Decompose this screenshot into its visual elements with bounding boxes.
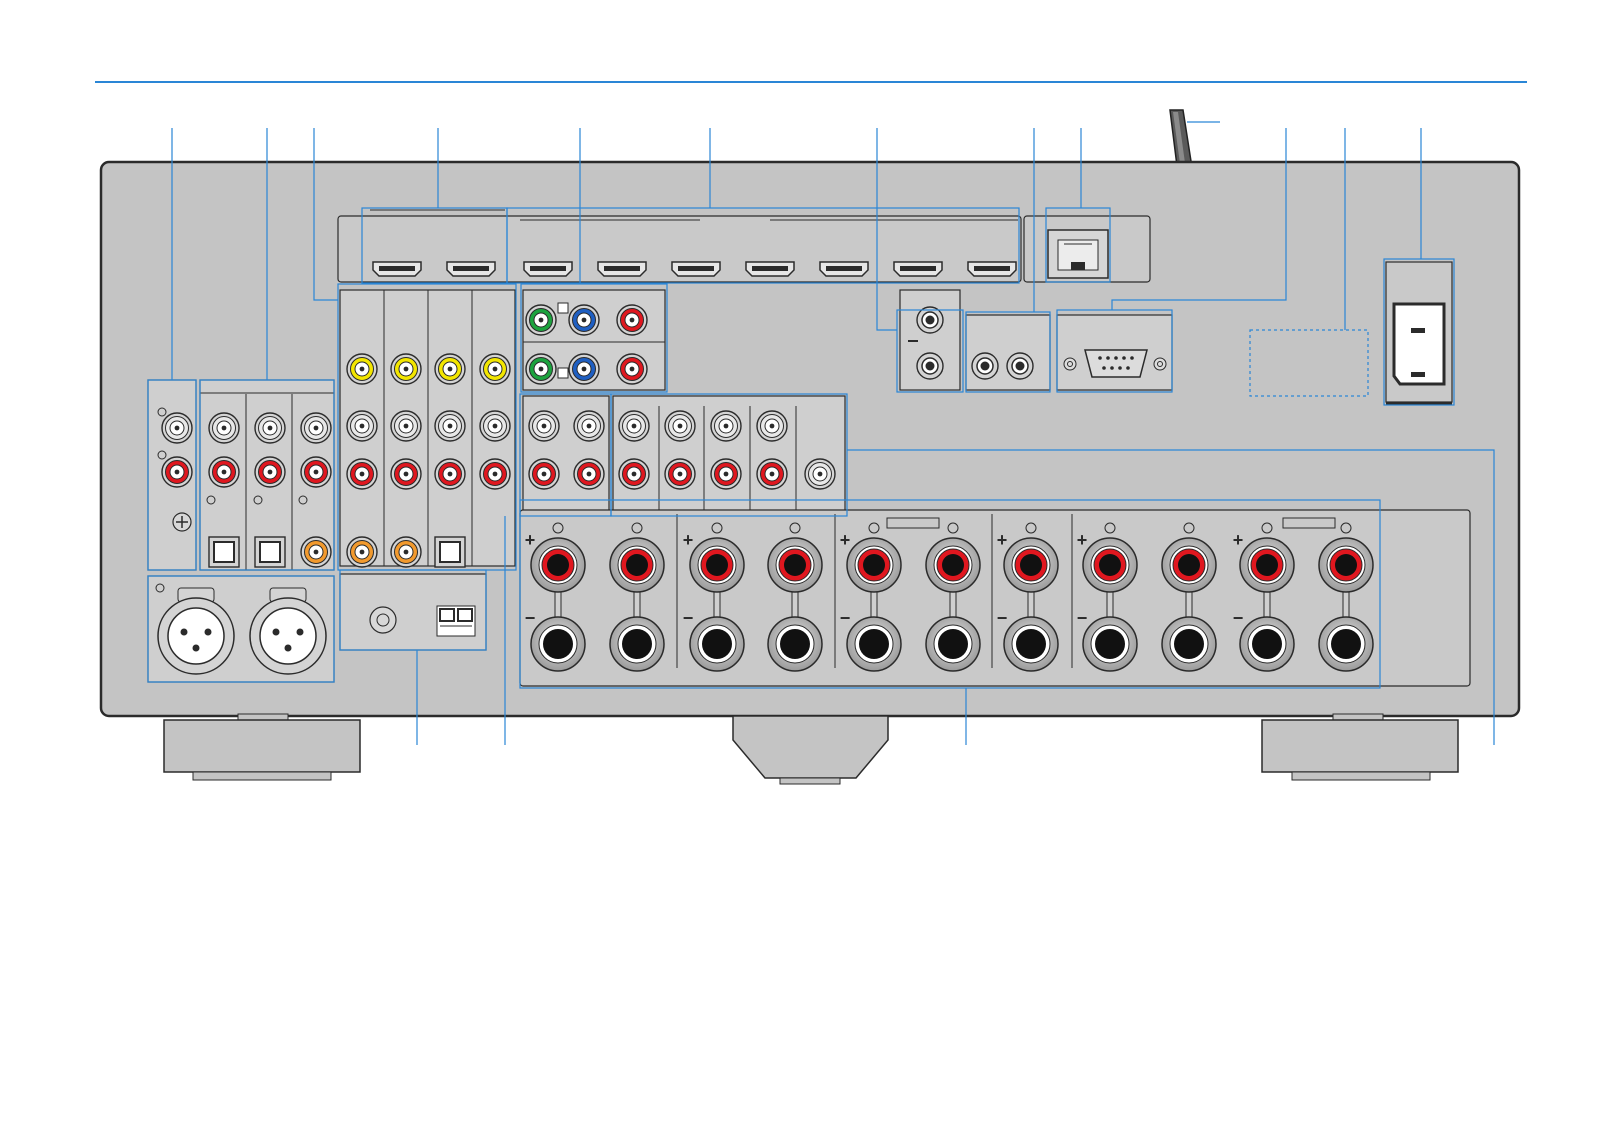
- hdmi-port: [446, 261, 496, 277]
- rca-jack: [254, 456, 286, 488]
- polarity-plus: +: [525, 530, 536, 550]
- rca-jack: [346, 458, 378, 490]
- rca-jack: [300, 456, 332, 488]
- hdmi-port: [597, 261, 647, 277]
- hdmi-port: [523, 261, 573, 277]
- polarity-minus: −: [525, 608, 536, 628]
- hdmi-port: [372, 261, 422, 277]
- rca-jack: [618, 458, 650, 490]
- rca-jack: [710, 410, 742, 442]
- hdmi-port: [893, 261, 943, 277]
- mini-jack: [1006, 352, 1034, 380]
- rca-jack: [434, 410, 466, 442]
- hdmi-port: [967, 261, 1017, 277]
- rca-jack: [568, 304, 600, 336]
- left-foot: [163, 713, 361, 781]
- rca-jack: [346, 410, 378, 442]
- rca-jack: [479, 458, 511, 490]
- polarity-plus: +: [1077, 530, 1088, 550]
- rca-jack: [573, 410, 605, 442]
- polarity-plus: +: [1233, 530, 1244, 550]
- rca-jack: [390, 353, 422, 385]
- rca-jack: [756, 410, 788, 442]
- rca-jack: [300, 412, 332, 444]
- polarity-minus: −: [840, 608, 851, 628]
- rear-panel-diagram: + − + − + − + − + − + −: [0, 0, 1621, 1148]
- hdmi-port: [745, 261, 795, 277]
- rs232c-block: [1056, 314, 1173, 391]
- rca-jack: [573, 458, 605, 490]
- mini-jack: [916, 352, 944, 380]
- polarity-minus: −: [1077, 608, 1088, 628]
- rca-jack: [618, 410, 650, 442]
- mini-jack: [971, 352, 999, 380]
- rca-jack: [300, 536, 332, 568]
- rca-jack: [525, 304, 557, 336]
- right-foot: [1261, 713, 1459, 781]
- hdmi-port: [671, 261, 721, 277]
- polarity-plus: +: [840, 530, 851, 550]
- polarity-minus: −: [683, 608, 694, 628]
- rear-panel-svg: + − + − + − + − + − + −: [95, 81, 1527, 785]
- optical-port: [254, 536, 286, 568]
- polarity-plus: +: [683, 530, 694, 550]
- rca-jack: [616, 353, 648, 385]
- rca-jack: [208, 412, 240, 444]
- rca-jack: [664, 410, 696, 442]
- rca-jack: [161, 456, 193, 488]
- center-foot: [732, 715, 889, 785]
- rca-jack: [346, 353, 378, 385]
- rca-jack: [434, 353, 466, 385]
- network-port: [1047, 229, 1109, 279]
- rca-jack: [479, 410, 511, 442]
- optical-port: [434, 536, 466, 568]
- hdmi-port: [819, 261, 869, 277]
- rca-jack: [710, 458, 742, 490]
- rca-jack: [664, 458, 696, 490]
- rca-jack: [528, 458, 560, 490]
- rca-jack: [346, 536, 378, 568]
- rca-jack: [568, 353, 600, 385]
- rca-jack: [804, 458, 836, 490]
- rca-jack: [756, 458, 788, 490]
- mini-jack: [916, 306, 944, 334]
- rca-jack: [616, 304, 648, 336]
- rca-jack: [528, 410, 560, 442]
- rca-jack: [390, 458, 422, 490]
- rca-jack: [161, 412, 193, 444]
- rca-jack: [434, 458, 466, 490]
- rca-jack: [479, 353, 511, 385]
- rca-jack: [254, 412, 286, 444]
- rca-jack: [390, 410, 422, 442]
- remote-block: [965, 314, 1051, 391]
- optical-port: [208, 536, 240, 568]
- hdmi-ports: [372, 261, 1017, 277]
- polarity-minus: −: [1233, 608, 1244, 628]
- ac-inlet: [1385, 261, 1453, 406]
- phono-block: [339, 573, 487, 651]
- rca-jack: [390, 536, 422, 568]
- polarity-plus: +: [997, 530, 1008, 550]
- rca-jack: [208, 456, 240, 488]
- polarity-minus: −: [997, 608, 1008, 628]
- rca-jack: [525, 353, 557, 385]
